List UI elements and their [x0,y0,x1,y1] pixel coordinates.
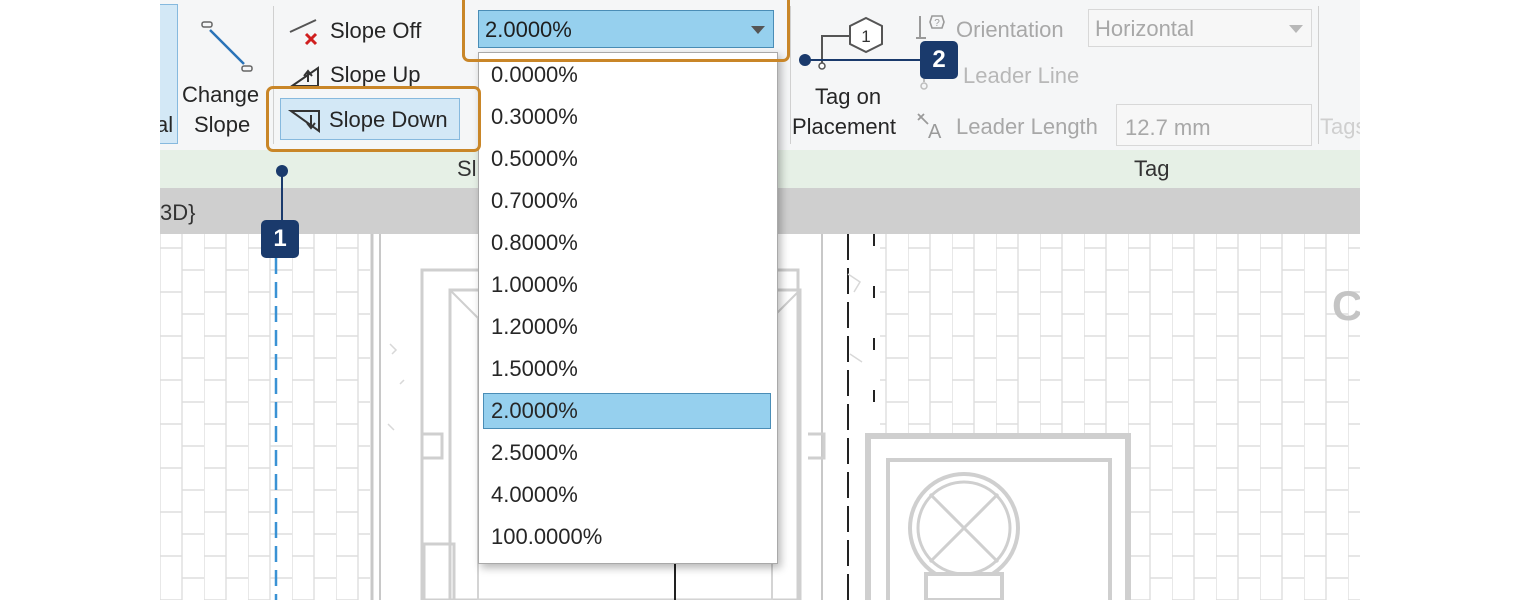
slope-off-button[interactable]: Slope Off [282,12,462,50]
slope-option[interactable]: 1.0000% [483,267,771,303]
leader-length-icon: A [917,113,942,142]
callout-badge-1: 1 [261,220,299,258]
slope-option[interactable]: 0.5000% [483,141,771,177]
change-slope-button[interactable]: Change Slope [180,6,268,146]
orientation-icon: ? [916,15,945,39]
leader-length-label: Leader Length [956,114,1098,139]
panel-separator [1318,6,1319,144]
tag-on-placement-line1: Tag on [815,84,882,109]
callout-1-highlight-box [266,86,481,152]
canvas-cut-text: C [1332,282,1360,329]
change-slope-label-line2: Slope [194,112,251,137]
change-slope-label-line1: Change [182,82,260,107]
slope-option[interactable]: 100.0000% [483,519,771,555]
svg-text:?: ? [934,18,940,29]
orientation-select[interactable]: Horizontal [1088,9,1312,47]
tag-icon-number: 1 [861,27,870,46]
tag-on-placement-icon: 1 [818,16,883,70]
slope-option[interactable]: 2.5000% [483,435,771,471]
slope-option[interactable]: 4.0000% [483,477,771,513]
slope-option[interactable]: 1.5000% [483,351,771,387]
leader-length-field[interactable]: 12.7 mm [1116,104,1312,146]
callout-badge-2: 2 [920,41,958,79]
orientation-value: Horizontal [1095,16,1195,41]
slope-option[interactable]: 0.3000% [483,99,771,135]
svg-text:A: A [928,121,942,142]
slope-value-dropdown-list[interactable]: 0.0000% 0.3000% 0.5000% 0.7000% 0.8000% 1.000… [478,52,778,564]
slope-panel-label: Sl [457,156,477,181]
leader-length-value: 12.7 mm [1125,115,1211,140]
leader-line-label[interactable]: Leader Line [963,63,1079,89]
slope-up-label: Slope Up [330,62,421,87]
orientation-label: Orientation [956,17,1064,42]
slope-option[interactable]: 0.8000% [483,225,771,261]
revit-window: al Change Slope Slope Off Slope Up Slope… [160,0,1360,600]
change-slope-icon [201,21,253,72]
slope-option[interactable]: 1.2000% [483,309,771,345]
previous-button-label: al [160,112,174,137]
slope-off-icon [289,19,318,46]
slope-off-label: Slope Off [330,18,422,43]
tag-on-placement-line2: Placement [792,114,896,139]
slope-option[interactable]: 0.0000% [483,57,771,93]
callout-2-highlight-box [462,0,790,62]
chevron-down-icon [1289,25,1303,33]
tag-on-placement-button[interactable]: 1 Tag on Placement [788,8,908,144]
view-tab-title[interactable]: 3D} [160,200,195,226]
slope-option[interactable]: 0.7000% [483,183,771,219]
tags-cut-label: Tags [1320,114,1360,139]
slope-option[interactable]: 2.0000% [483,393,771,429]
tag-panel-label: Tag [1134,156,1170,181]
